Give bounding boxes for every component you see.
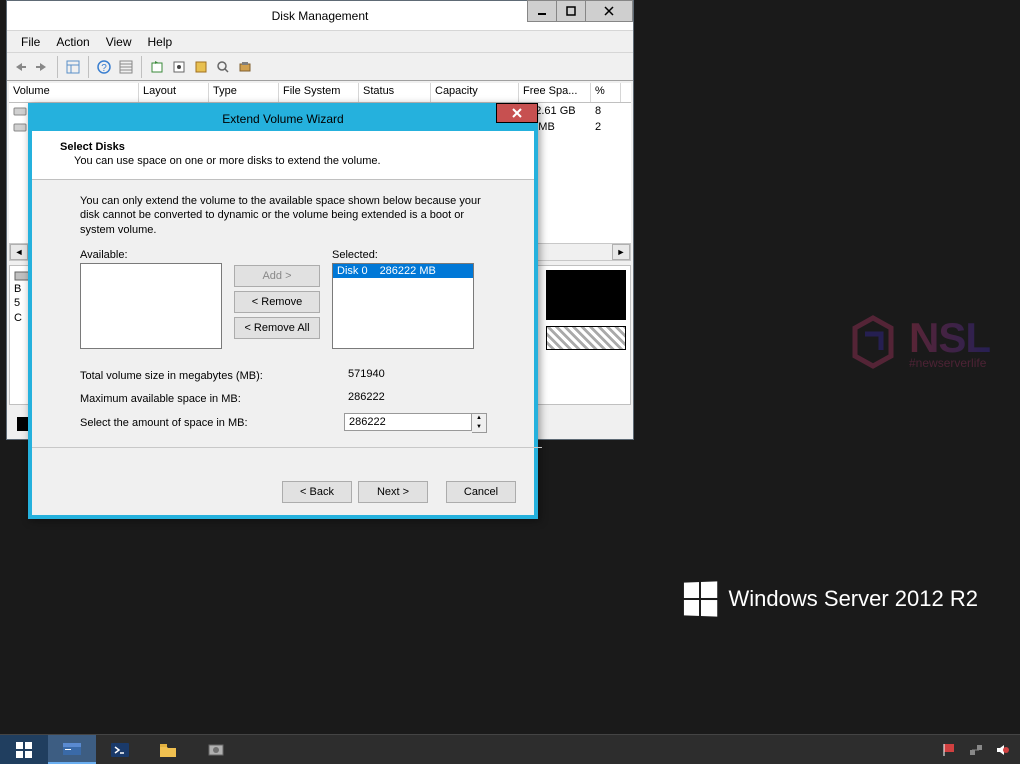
- taskbar-explorer[interactable]: [144, 735, 192, 764]
- nsl-name: NSL: [909, 314, 990, 362]
- selected-disk-size: 286222 MB: [380, 265, 436, 277]
- dm-titlebar[interactable]: Disk Management: [7, 1, 633, 31]
- nsl-tag: #newserverlife: [909, 356, 990, 370]
- disk-partition[interactable]: [546, 270, 626, 320]
- add-button[interactable]: Add >: [234, 265, 320, 287]
- selected-label: Selected:: [332, 249, 474, 261]
- tray-volume-icon[interactable]: [994, 742, 1010, 758]
- remove-all-button[interactable]: < Remove All: [234, 317, 320, 339]
- spinner-up-icon[interactable]: ▲: [472, 414, 486, 423]
- close-icon: [512, 108, 522, 118]
- search-icon[interactable]: [214, 58, 232, 76]
- list-icon[interactable]: [117, 58, 135, 76]
- brand-text: Windows Server 2012: [729, 586, 944, 611]
- wizard-header: Select Disks You can use space on one or…: [32, 131, 534, 180]
- tray-flag-icon[interactable]: [942, 742, 958, 758]
- wizard-close-button[interactable]: [496, 103, 538, 123]
- toolbar-separator: [88, 56, 89, 78]
- wizard-title: Extend Volume Wizard: [222, 112, 343, 126]
- minimize-button[interactable]: [527, 0, 557, 22]
- settings-icon[interactable]: [236, 58, 254, 76]
- nav-forward-icon[interactable]: [33, 58, 51, 76]
- remove-button[interactable]: < Remove: [234, 291, 320, 313]
- max-space-label: Maximum available space in MB:: [80, 393, 344, 405]
- wizard-heading: Select Disks: [60, 141, 514, 153]
- toolbar-separator: [57, 56, 58, 78]
- folder-icon: [157, 740, 179, 760]
- dm-column-headers: Volume Layout Type File System Status Ca…: [9, 83, 631, 103]
- back-button[interactable]: < Back: [282, 481, 352, 503]
- scroll-right-icon[interactable]: ►: [612, 244, 630, 260]
- dm-title: Disk Management: [272, 9, 369, 23]
- disk-partition[interactable]: [546, 326, 626, 350]
- action-icon[interactable]: [192, 58, 210, 76]
- app-icon: [205, 740, 227, 760]
- available-label: Available:: [80, 249, 222, 261]
- tray-network-icon[interactable]: [968, 742, 984, 758]
- selected-disk-item[interactable]: Disk 0 286222 MB: [333, 264, 473, 278]
- amount-input[interactable]: [344, 413, 472, 431]
- selected-disk-name: Disk 0: [337, 265, 368, 277]
- windows-logo-icon: [683, 581, 716, 616]
- svg-text:?: ?: [101, 63, 107, 74]
- wizard-subheading: You can use space on one or more disks t…: [74, 155, 514, 167]
- watermark-nsl: NSL #newserverlife: [845, 310, 990, 374]
- scroll-left-icon[interactable]: ◄: [10, 244, 28, 260]
- next-button[interactable]: Next >: [358, 481, 428, 503]
- max-space-value: 286222: [344, 390, 472, 408]
- wizard-titlebar[interactable]: Extend Volume Wizard: [32, 107, 534, 131]
- dm-window-buttons: [528, 0, 633, 22]
- wizard-note: You can only extend the volume to the av…: [80, 194, 494, 237]
- properties-icon[interactable]: [170, 58, 188, 76]
- close-button[interactable]: [585, 0, 633, 22]
- extend-volume-wizard: Extend Volume Wizard Select Disks You ca…: [28, 103, 538, 519]
- dm-toolbar: ?: [7, 53, 633, 81]
- menu-action[interactable]: Action: [48, 33, 97, 51]
- taskbar-server-manager[interactable]: [48, 735, 96, 764]
- maximize-button[interactable]: [556, 0, 586, 22]
- col-capacity[interactable]: Capacity: [431, 83, 519, 102]
- spinner-down-icon[interactable]: ▼: [472, 423, 486, 432]
- taskbar-app[interactable]: [192, 735, 240, 764]
- view-icon[interactable]: [64, 58, 82, 76]
- total-size-label: Total volume size in megabytes (MB):: [80, 370, 344, 382]
- server-manager-icon: [61, 739, 83, 759]
- col-layout[interactable]: Layout: [139, 83, 209, 102]
- help-icon[interactable]: ?: [95, 58, 113, 76]
- nav-back-icon[interactable]: [11, 58, 29, 76]
- taskbar-powershell[interactable]: [96, 735, 144, 764]
- selected-listbox[interactable]: Disk 0 286222 MB: [332, 263, 474, 349]
- col-percent[interactable]: %: [591, 83, 621, 102]
- brand-r2: R2: [950, 586, 978, 611]
- toolbar-separator: [141, 56, 142, 78]
- menu-file[interactable]: File: [13, 33, 48, 51]
- start-button[interactable]: [0, 735, 48, 764]
- drive-icon: [13, 105, 27, 117]
- col-free[interactable]: Free Spa...: [519, 83, 591, 102]
- taskbar: [0, 734, 1020, 764]
- separator: [32, 447, 542, 448]
- drive-icon: [13, 121, 27, 133]
- total-size-value: 571940: [344, 367, 472, 385]
- system-tray: [942, 735, 1020, 764]
- col-type[interactable]: Type: [209, 83, 279, 102]
- dm-menubar: File Action View Help: [7, 31, 633, 53]
- col-filesystem[interactable]: File System: [279, 83, 359, 102]
- windows-start-icon: [14, 740, 34, 760]
- available-listbox[interactable]: [80, 263, 222, 349]
- menu-help[interactable]: Help: [140, 33, 181, 51]
- amount-label: Select the amount of space in MB:: [80, 417, 344, 429]
- col-volume[interactable]: Volume: [9, 83, 139, 102]
- windows-server-branding: Windows Server 2012 R2: [683, 582, 978, 616]
- wizard-content: You can only extend the volume to the av…: [32, 180, 534, 472]
- wizard-footer: < Back Next > Cancel: [282, 481, 516, 503]
- col-status[interactable]: Status: [359, 83, 431, 102]
- refresh-icon[interactable]: [148, 58, 166, 76]
- powershell-icon: [109, 740, 131, 760]
- cell-pct: 2: [591, 121, 621, 133]
- cell-pct: 8: [591, 105, 621, 117]
- cancel-button[interactable]: Cancel: [446, 481, 516, 503]
- menu-view[interactable]: View: [98, 33, 140, 51]
